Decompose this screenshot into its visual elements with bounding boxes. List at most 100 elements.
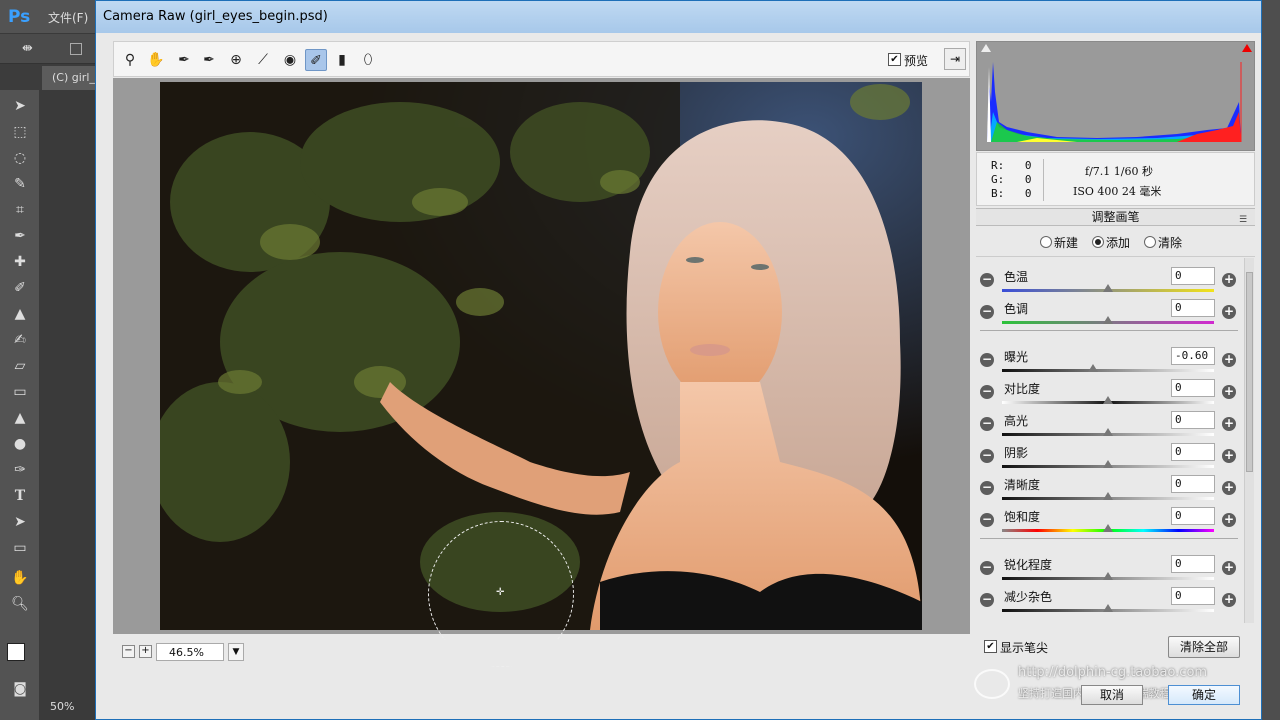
adjustment-brush-icon[interactable]: ✐: [305, 49, 327, 71]
slider-thumb[interactable]: [1103, 316, 1113, 324]
auto-select-checkbox[interactable]: [70, 43, 82, 55]
slider-row: − 曝光 -0.60 +: [976, 338, 1244, 372]
targeted-adjust-icon[interactable]: ⊕: [225, 49, 247, 71]
decrease-icon[interactable]: −: [980, 305, 994, 319]
slider-list: − 色温 0 + − 色调 0 + − 曝光 -0.60 + − 对比度 0 + − 高光 0 + − 阴影 0 + − 清晰度 0…: [976, 258, 1244, 623]
eyedropper-tool-icon[interactable]: ✒: [8, 225, 32, 247]
blur-tool-icon[interactable]: ▲: [8, 407, 32, 429]
zoom-in-button[interactable]: +: [139, 645, 152, 658]
zoom-dropdown-icon[interactable]: ▼: [228, 643, 244, 661]
decrease-icon[interactable]: −: [980, 561, 994, 575]
panel-scrollbar[interactable]: [1244, 258, 1254, 623]
increase-icon[interactable]: +: [1222, 385, 1236, 399]
mode-erase-radio[interactable]: [1144, 236, 1156, 248]
decrease-icon[interactable]: −: [980, 353, 994, 367]
mode-new-radio[interactable]: [1040, 236, 1052, 248]
increase-icon[interactable]: +: [1222, 593, 1236, 607]
zoom-icon[interactable]: ⚲: [119, 49, 141, 71]
ok-button[interactable]: 确定: [1168, 685, 1240, 705]
slider-value-field[interactable]: 0: [1171, 411, 1215, 429]
move-tool-icon[interactable]: ⇼: [22, 41, 33, 56]
slider-label: 锐化程度: [1004, 558, 1053, 572]
b-value: 0: [1024, 187, 1032, 200]
decrease-icon[interactable]: −: [980, 593, 994, 607]
slider-value-field[interactable]: 0: [1171, 443, 1215, 461]
slider-thumb[interactable]: [1103, 524, 1113, 532]
quick-select-tool-icon[interactable]: ✎: [8, 173, 32, 195]
fullscreen-icon[interactable]: ⇥: [944, 48, 966, 70]
zoom-out-button[interactable]: −: [122, 645, 135, 658]
decrease-icon[interactable]: −: [980, 449, 994, 463]
slider-value-field[interactable]: 0: [1171, 379, 1215, 397]
stamp-tool-icon[interactable]: ▲: [8, 303, 32, 325]
preview-checkbox[interactable]: ✔: [888, 53, 901, 66]
slider-value-field[interactable]: 0: [1171, 555, 1215, 573]
slider-value-field[interactable]: 0: [1171, 475, 1215, 493]
pen-tool-icon[interactable]: ✑: [8, 459, 32, 481]
brush-tool-icon[interactable]: ✐: [8, 277, 32, 299]
quick-mask-icon[interactable]: ◙: [8, 678, 32, 700]
panel-title: 调整画笔: [1091, 210, 1140, 224]
zoom-field[interactable]: 46.5%: [156, 643, 224, 661]
move-tool-icon[interactable]: ➤: [8, 95, 32, 117]
slider-row: − 阴影 0 +: [976, 434, 1244, 468]
slider-row: − 高光 0 +: [976, 402, 1244, 436]
slider-value-field[interactable]: 0: [1171, 267, 1215, 285]
healing-tool-icon[interactable]: ✚: [8, 251, 32, 273]
increase-icon[interactable]: +: [1222, 513, 1236, 527]
dodge-tool-icon[interactable]: ●: [8, 433, 32, 455]
increase-icon[interactable]: +: [1222, 305, 1236, 319]
b-label: B:: [991, 187, 1005, 200]
red-eye-icon[interactable]: ◉: [279, 49, 301, 71]
type-tool-icon[interactable]: T: [8, 485, 32, 507]
increase-icon[interactable]: +: [1222, 353, 1236, 367]
clear-all-button[interactable]: 清除全部: [1168, 636, 1240, 658]
lasso-tool-icon[interactable]: ◌: [8, 147, 32, 169]
mode-add-radio[interactable]: [1092, 236, 1104, 248]
r-value: 0: [1024, 159, 1032, 172]
slider-value-field[interactable]: 0: [1171, 299, 1215, 317]
marquee-tool-icon[interactable]: ⬚: [8, 121, 32, 143]
slider-thumb[interactable]: [1103, 604, 1113, 612]
decrease-icon[interactable]: −: [980, 417, 994, 431]
panel-menu-icon[interactable]: ☰: [1239, 212, 1247, 228]
hand-icon[interactable]: ✋: [145, 49, 167, 71]
increase-icon[interactable]: +: [1222, 561, 1236, 575]
increase-icon[interactable]: +: [1222, 273, 1236, 287]
crop-tool-icon[interactable]: ⌗: [8, 199, 32, 221]
radial-filter-icon[interactable]: ⬯: [357, 49, 379, 71]
increase-icon[interactable]: +: [1222, 417, 1236, 431]
document-tab[interactable]: (C) girl_: [42, 66, 100, 90]
panel-scroll-thumb[interactable]: [1246, 272, 1253, 472]
readout-panel: R: 0 G: 0 B: 0 f/7.1 1/60 秒 ISO 400 24 毫…: [976, 152, 1255, 206]
hand-tool-icon[interactable]: ✋: [8, 567, 32, 589]
foreground-color-swatch[interactable]: [7, 643, 25, 661]
graduated-filter-icon[interactable]: ▮: [331, 49, 353, 71]
gradient-tool-icon[interactable]: ▭: [8, 381, 32, 403]
increase-icon[interactable]: +: [1222, 449, 1236, 463]
show-tip-label: 显示笔尖: [1000, 641, 1049, 655]
increase-icon[interactable]: +: [1222, 481, 1236, 495]
slider-value-field[interactable]: 0: [1171, 507, 1215, 525]
decrease-icon[interactable]: −: [980, 273, 994, 287]
shape-tool-icon[interactable]: ▭: [8, 537, 32, 559]
slider-value-field[interactable]: 0: [1171, 587, 1215, 605]
cancel-button[interactable]: 取消: [1081, 685, 1143, 705]
path-select-tool-icon[interactable]: ➤: [8, 511, 32, 533]
menu-file[interactable]: 文件(F): [48, 9, 88, 26]
eraser-tool-icon[interactable]: ▱: [8, 355, 32, 377]
color-sampler-icon[interactable]: ✒: [198, 49, 220, 71]
decrease-icon[interactable]: −: [980, 513, 994, 527]
slider-value-field[interactable]: -0.60: [1171, 347, 1215, 365]
history-brush-icon[interactable]: ✍: [8, 329, 32, 351]
decrease-icon[interactable]: −: [980, 385, 994, 399]
slider-label: 阴影: [1004, 446, 1029, 460]
straighten-icon[interactable]: ⟋: [252, 49, 274, 71]
decrease-icon[interactable]: −: [980, 481, 994, 495]
ps-zoom-level: 50%: [50, 700, 75, 713]
show-tip-checkbox[interactable]: ✔: [984, 640, 997, 653]
brush-center-icon: ✛: [496, 587, 505, 598]
zoom-tool-icon[interactable]: 🔍︎: [8, 593, 32, 615]
ps-right-panel: [1262, 0, 1280, 720]
white-balance-icon[interactable]: ✒: [173, 49, 195, 71]
